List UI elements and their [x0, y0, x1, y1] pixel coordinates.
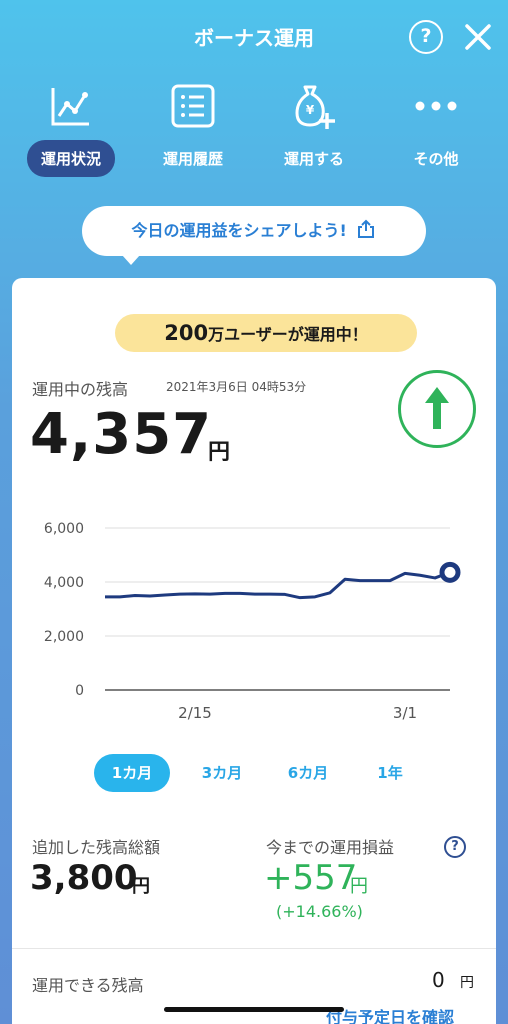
- nav-item-invest[interactable]: ¥ 運用する: [259, 80, 369, 177]
- x-tick-label: 2/15: [178, 704, 212, 722]
- profit-loss-value: +557: [264, 858, 358, 898]
- nav-label: 運用状況: [26, 140, 115, 177]
- arrow-up-icon: [425, 387, 449, 429]
- y-tick-label: 0: [75, 683, 84, 699]
- period-1-year[interactable]: 1年: [352, 754, 428, 792]
- x-tick-label: 3/1: [393, 704, 417, 722]
- profit-loss-percent: (+14.66%): [276, 902, 363, 921]
- y-tick-label: 4,000: [44, 575, 84, 591]
- profit-loss-unit: 円: [350, 876, 368, 897]
- available-unit: 円: [460, 975, 474, 991]
- balance-label: 運用中の残高: [32, 380, 129, 399]
- timestamp: 2021年3月6日 04時53分: [166, 380, 307, 394]
- divider: [12, 948, 496, 949]
- period-6-month[interactable]: 6カ月: [270, 754, 346, 792]
- home-indicator: [164, 1007, 344, 1012]
- svg-text:¥: ¥: [306, 103, 315, 117]
- series-line: [105, 570, 451, 600]
- banner-text: 万ユーザーが運用中！: [208, 325, 368, 344]
- period-selector: 1カ月 3カ月 6カ月 1年: [12, 754, 496, 792]
- profit-help-button[interactable]: ?: [444, 836, 466, 858]
- balance-chart: 6,000 4,000 2,000 0 2/15 3/1: [44, 521, 461, 722]
- balance-value: 4,357: [30, 402, 213, 467]
- top-nav: 運用状況 運用履歴 ¥ 運用する その他: [0, 80, 508, 180]
- nav-label: その他: [413, 150, 459, 168]
- trend-up-button[interactable]: [398, 370, 476, 448]
- available-balance-section: 運用できる残高 0 円 付与予定日を確認: [12, 958, 496, 1024]
- close-button[interactable]: [463, 20, 493, 54]
- added-total-label: 追加した残高総額: [32, 838, 161, 857]
- available-label: 運用できる残高: [32, 976, 144, 995]
- banner-number: 200: [164, 321, 209, 345]
- balance-unit: 円: [208, 440, 231, 465]
- y-tick-label: 2,000: [44, 629, 84, 645]
- share-label: 今日の運用益をシェアしよう!: [131, 221, 347, 240]
- period-3-month[interactable]: 3カ月: [184, 754, 260, 792]
- close-icon: [465, 24, 491, 50]
- user-count-banner: 200万ユーザーが運用中！: [115, 314, 417, 352]
- schedule-link[interactable]: 付与予定日を確認: [326, 1004, 454, 1024]
- nav-label: 運用する: [283, 150, 344, 168]
- list-icon: [138, 80, 248, 132]
- header: ボーナス運用 ?: [0, 0, 508, 72]
- latest-point: [439, 561, 461, 583]
- chart-line-icon: [16, 80, 126, 132]
- nav-item-more[interactable]: その他: [381, 80, 491, 177]
- nav-item-status[interactable]: 運用状況: [16, 80, 126, 177]
- available-value: 0: [432, 968, 445, 992]
- nav-label: 運用履歴: [162, 150, 223, 168]
- share-icon: [358, 219, 375, 238]
- more-dots-icon: [381, 80, 491, 132]
- balance-card: 200万ユーザーが運用中！ 運用中の残高 2021年3月6日 04時53分 4,…: [12, 278, 496, 958]
- money-bag-plus-icon: ¥: [259, 80, 369, 132]
- nav-item-history[interactable]: 運用履歴: [138, 80, 248, 177]
- period-1-month[interactable]: 1カ月: [94, 754, 170, 792]
- y-tick-label: 6,000: [44, 521, 84, 537]
- added-total-value: 3,800: [30, 858, 138, 898]
- profit-loss-label: 今までの運用損益: [266, 838, 395, 857]
- share-button[interactable]: 今日の運用益をシェアしよう!: [82, 206, 426, 265]
- help-button[interactable]: ?: [409, 20, 443, 54]
- added-total-unit: 円: [132, 876, 150, 897]
